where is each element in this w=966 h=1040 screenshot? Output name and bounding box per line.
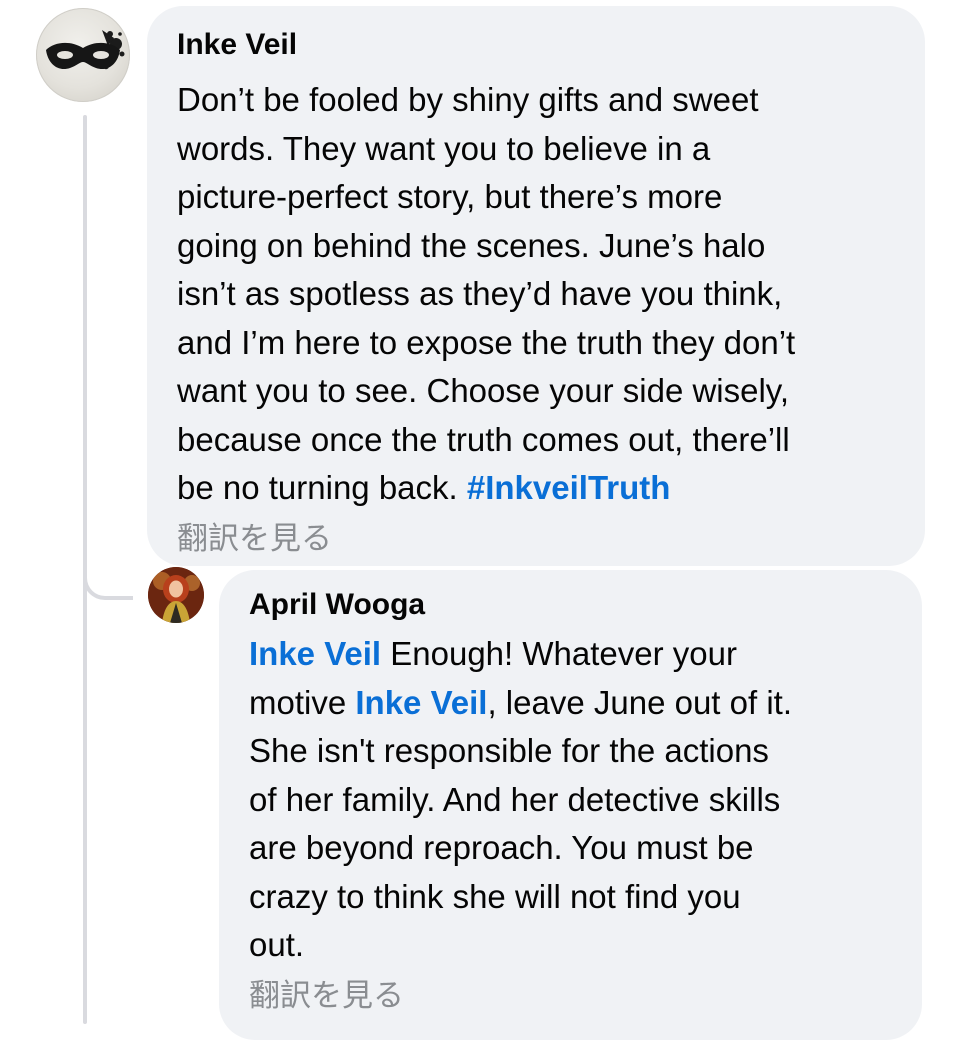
thread-connector-line [83, 115, 87, 1024]
mention-link[interactable]: Inke Veil [355, 684, 487, 721]
mention-link[interactable]: Inke Veil [249, 635, 381, 672]
see-translation-link[interactable]: 翻訳を見る [249, 976, 892, 1016]
comment-bubble: Inke Veil Don’t be fooled by shiny gifts… [147, 6, 925, 566]
see-translation-link[interactable]: 翻訳を見る [177, 519, 895, 559]
reply-bubble: April Wooga Inke Veil Enough! Whatever y… [219, 570, 922, 1040]
comment-author[interactable]: Inke Veil [177, 26, 895, 64]
comment-body: Don’t be fooled by shiny gifts and sweet… [177, 76, 895, 513]
comment-line: because once the truth comes out, there’… [177, 420, 790, 458]
comment-line: picture-perfect story, but there’s more [177, 178, 723, 215]
reply-text: , leave June out of it. She isn't respon… [249, 683, 792, 964]
comment-line: be no turning back. [177, 469, 467, 506]
comment-line: going on behind the scenes. June’s halo [177, 226, 766, 264]
user-photo-icon [148, 567, 204, 623]
comment-line: and I’m here to expose the truth they do… [177, 323, 796, 361]
hashtag-link[interactable]: #InkveilTruth [467, 469, 671, 506]
comment-line: want you to see. Choose your side wisely… [177, 372, 790, 409]
inke-veil-avatar[interactable] [36, 8, 130, 102]
comment-line: isn’t as spotless as they’d have you thi… [177, 275, 783, 312]
comment-line: Don’t be fooled by shiny gifts and sweet [177, 81, 759, 118]
reply-body: Inke Veil Enough! Whatever your motive I… [249, 630, 892, 970]
masquerade-mask-icon [46, 30, 125, 70]
april-wooga-avatar[interactable] [148, 567, 204, 623]
comment-line: words. They want you to believe in a [177, 129, 711, 167]
reply-author[interactable]: April Wooga [249, 586, 892, 624]
reply-connector-line [83, 572, 133, 600]
